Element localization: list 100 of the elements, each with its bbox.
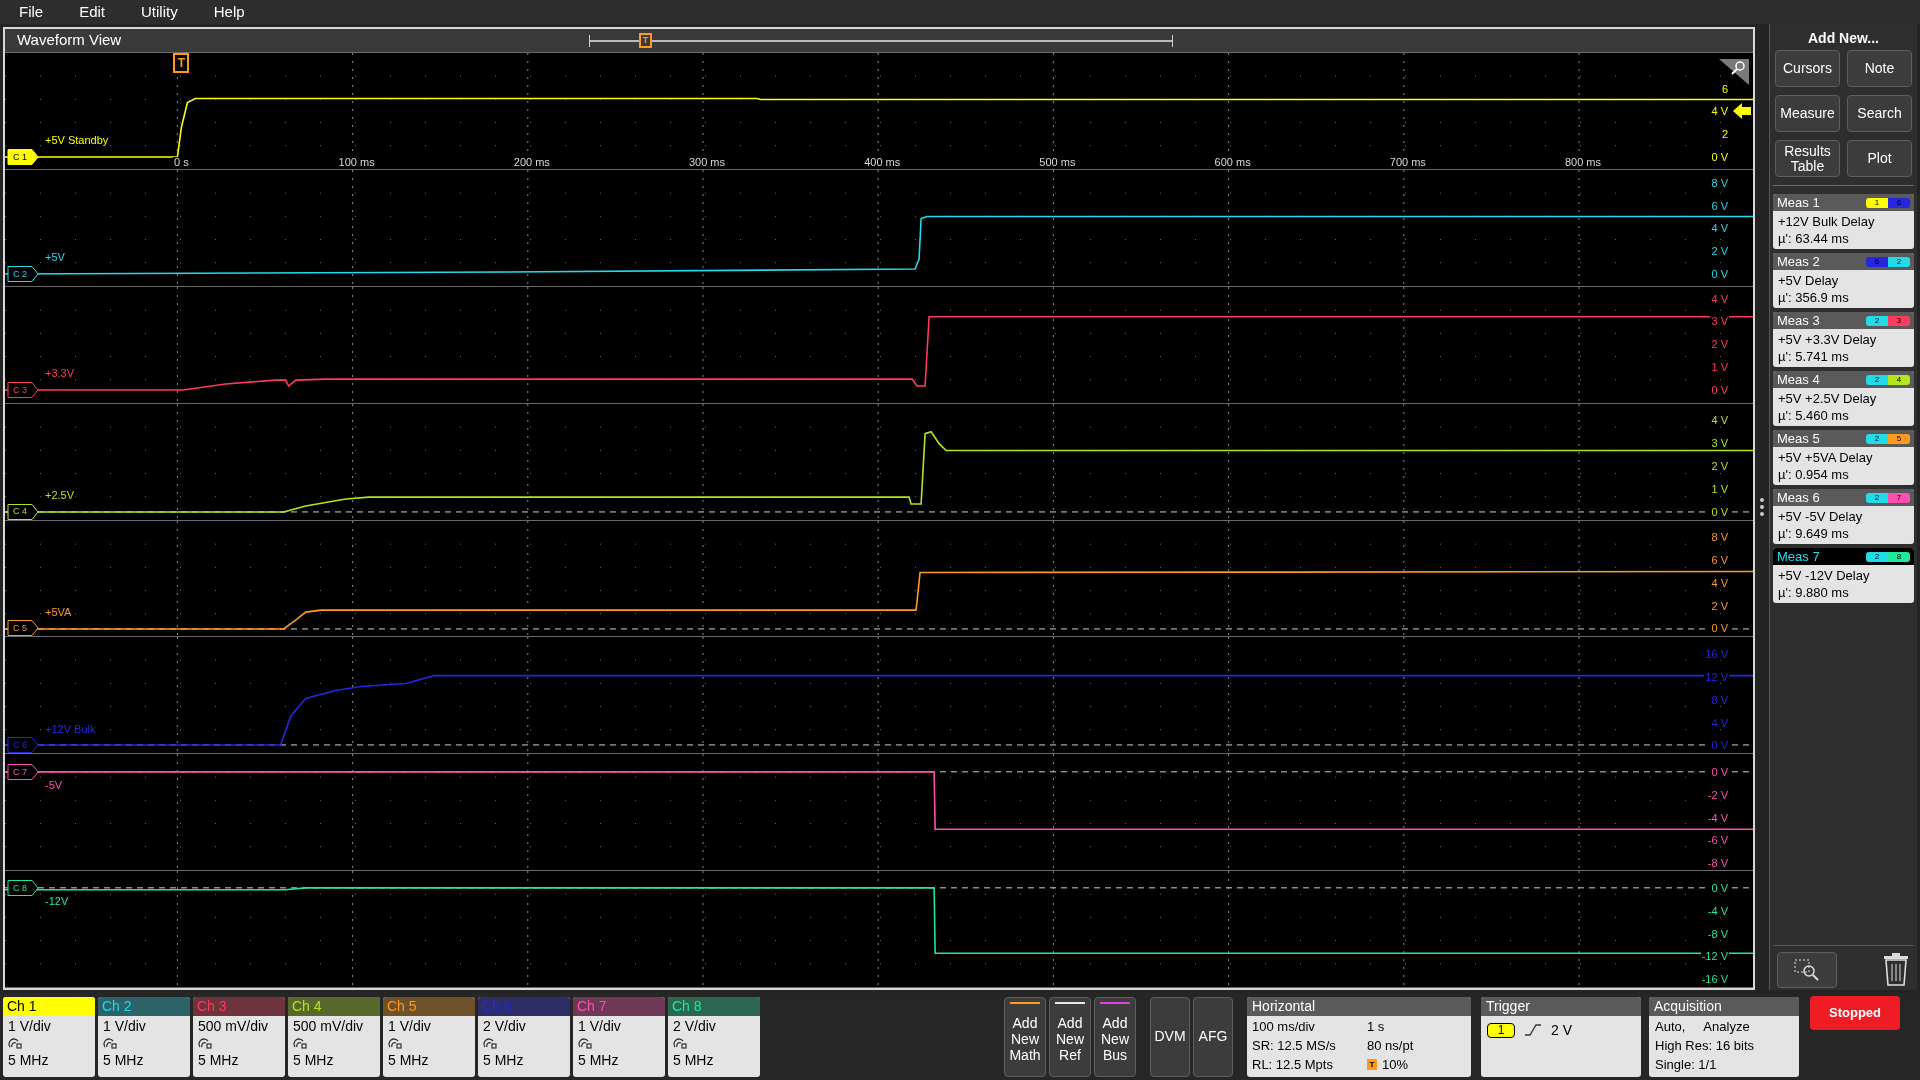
axis-label: 4 V [1710,222,1729,234]
trigger-marker[interactable]: T [173,53,190,73]
add-new-button[interactable]: Search [1847,95,1912,132]
measurement-card[interactable]: Meas 7 2 8 +5V -12V Delay µ': 9.880 ms [1773,548,1914,603]
zoom-icon[interactable] [1719,59,1749,85]
add-new-button[interactable]: Results Table [1775,140,1840,177]
acquisition-setting: Single: 1/1 [1655,1055,1717,1074]
vertical-scale: 500 mV/div [198,1017,269,1034]
horizontal-panel[interactable]: Horizontal 100 ms/div 1 s SR: 12.5 MS/s 80 ns/pt RL: 12.5 Mpts T 10% [1247,996,1471,1077]
measurement-card[interactable]: Meas 4 2 4 +5V +2.5V Delay µ': 5.460 ms [1773,371,1914,426]
add-new-button[interactable]: Cursors [1775,50,1840,87]
run-stop-button[interactable]: Stopped [1810,996,1900,1030]
channel-badge[interactable]: Ch 5 1 V/div 5 MHz [383,996,475,1077]
bandwidth-limit: 5 MHz [388,1051,429,1068]
channel-tag[interactable]: C 7 [7,763,39,781]
add-new-button[interactable]: Plot [1847,140,1912,177]
vertical-scale: 1 V/div [103,1017,146,1034]
bandwidth-limit: 5 MHz [483,1051,524,1068]
bandwidth-limit: 5 MHz [673,1051,714,1068]
channel-badge-label: Ch 4 [292,996,322,1016]
horizontal-setting: 10% [1382,1055,1409,1074]
channel-label: +3.3V [45,367,75,379]
trigger-position-marker: T [1367,1058,1377,1070]
axis-label: 3 V [1710,315,1729,327]
measurement-title: Meas 2 [1777,255,1820,268]
channel-badge[interactable]: Ch 3 500 mV/div 5 MHz [193,996,285,1077]
axis-label: 8 V [1710,177,1729,189]
trigger-panel[interactable]: Trigger 1 2 V [1481,996,1641,1077]
channel-tag[interactable]: C 4 [7,503,39,520]
vertical-scale: 2 V/div [483,1017,526,1034]
axis-label: 6 V [1710,200,1729,211]
vertical-scale: 1 V/div [578,1017,621,1034]
channel-badge[interactable]: Ch 6 2 V/div 5 MHz [478,996,570,1077]
measurement-value: µ': 5.460 ms [1778,407,1850,424]
axis-label: 4 V [1710,717,1729,729]
measurement-value: µ': 63.44 ms [1778,230,1850,247]
trigger-level-arrow-icon[interactable] [1733,103,1751,120]
axis-label: 2 V [1710,460,1729,472]
channel-badge[interactable]: Ch 4 500 mV/div 5 MHz [288,996,380,1077]
measurement-card[interactable]: Meas 6 2 7 +5V -5V Delay µ': 9.649 ms [1773,489,1914,544]
panel-header: Horizontal [1247,996,1471,1016]
add-new-button[interactable]: Measure [1775,95,1840,132]
axis-label: -12 V [1700,950,1729,962]
menu-item[interactable]: Edit [79,0,106,24]
menu-item[interactable]: File [19,0,44,24]
add-new-button[interactable]: Add New Bus [1094,996,1136,1077]
channel-badge[interactable]: Ch 1 1 V/div 5 MHz [3,996,95,1077]
menu-item[interactable]: Utility [141,0,178,24]
probe-icon [293,1036,307,1049]
source-channel-number: 2 [1866,492,1888,503]
axis-label: 16 V [1704,648,1729,660]
time-axis-label: 100 ms [337,156,376,168]
axis-label: -2 V [1706,789,1729,801]
trash-icon[interactable] [1882,952,1910,986]
channel-tag[interactable]: C 1 [7,148,39,166]
channel-label: -5V [45,780,63,791]
bandwidth-limit: 5 MHz [103,1051,144,1068]
axis-label: 0 V [1710,268,1729,280]
measurement-card[interactable]: Meas 3 2 3 +5V +3.3V Delay µ': 5.741 ms [1773,312,1914,367]
axis-label: 2 [1720,128,1729,140]
axis-label: 6 [1720,83,1729,95]
channel-badge[interactable]: Ch 7 1 V/div 5 MHz [573,996,665,1077]
axis-label: 0 V [1710,506,1729,518]
channel-tag[interactable]: C 3 [7,381,39,399]
rising-edge-icon [1525,1024,1541,1036]
channel-badge-label: Ch 1 [7,996,37,1016]
add-new-button[interactable]: Add New Ref [1049,996,1091,1077]
measurement-title: Meas 5 [1777,432,1820,445]
add-new-button[interactable]: Note [1847,50,1912,87]
horizontal-setting: SR: 12.5 MS/s [1252,1036,1337,1055]
acquisition-panel[interactable]: Acquisition Auto, Analyze High Res: 16 bits Single: 1/1 [1649,996,1799,1077]
axis-label: -8 V [1706,928,1729,939]
axis-label: 1 V [1710,361,1729,373]
axis-label: 4 V [1710,577,1729,589]
menu-item[interactable]: Help [213,0,245,24]
measurement-value: µ': 5.741 ms [1778,348,1850,365]
axis-label: 4 V [1710,105,1729,117]
tool-button[interactable]: DVM [1150,996,1190,1077]
channel-badge-label: Ch 2 [102,996,132,1016]
side-panel-title: Add New... [1807,28,1879,48]
search-icon [1794,959,1820,981]
time-axis-label: 200 ms [512,156,551,168]
channel-tag[interactable]: C 5 [7,619,39,637]
measurement-card[interactable]: Meas 2 6 2 +5V Delay µ': 356.9 ms [1773,253,1914,308]
add-new-button[interactable]: Add New Math [1004,996,1046,1077]
measurement-card[interactable]: Meas 5 2 5 +5V +5VA Delay µ': 0.954 ms [1773,430,1914,485]
channel-tag[interactable]: C 2 [7,265,39,283]
channel-badge[interactable]: Ch 8 2 V/div 5 MHz [668,996,760,1077]
channel-tag[interactable]: C 8 [7,879,39,897]
drag-handle-icon[interactable] [1760,498,1764,516]
measurement-card[interactable]: Meas 1 1 6 +12V Bulk Delay µ': 63.44 ms [1773,194,1914,249]
channel-badge[interactable]: Ch 2 1 V/div 5 MHz [98,996,190,1077]
tool-button[interactable]: AFG [1193,996,1233,1077]
target-channel-number: 3 [1888,315,1910,326]
zoom-search-button[interactable] [1777,952,1837,988]
trigger-threshold: 2 V [1551,1020,1572,1040]
probe-icon [388,1036,402,1049]
axis-label: 4 V [1710,414,1729,426]
overview-trigger-marker[interactable]: T [639,33,652,48]
trigger-source: 1 [1487,1022,1515,1038]
